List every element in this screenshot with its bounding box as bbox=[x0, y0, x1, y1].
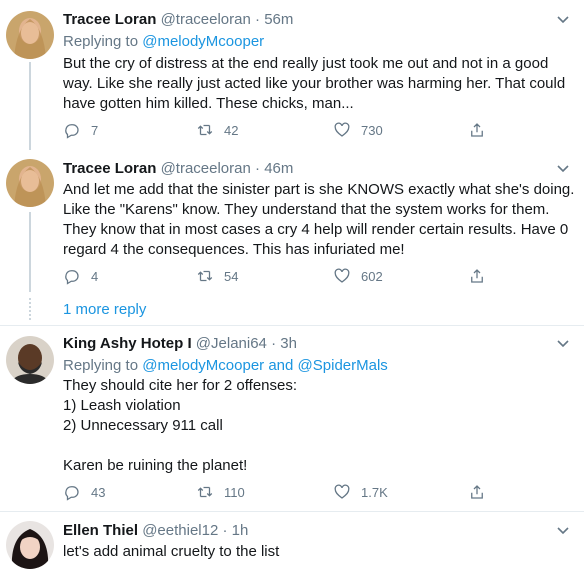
text-line: way. Like she really just acted like you… bbox=[63, 75, 566, 92]
share-icon bbox=[471, 269, 483, 283]
replying-to: Replying to @melodyMcooper bbox=[63, 32, 264, 52]
tweet-header: Tracee Loran @traceeloran · 46m bbox=[63, 159, 293, 179]
like-button[interactable]: 602 bbox=[333, 264, 383, 288]
reply-button[interactable]: 43 bbox=[63, 480, 105, 504]
tweet-3[interactable]: King Ashy Hotep I @Jelani64 · 3h Replyin… bbox=[0, 326, 584, 511]
text-line: They should cite her for 2 offenses: bbox=[63, 377, 298, 394]
retweet-button[interactable]: 54 bbox=[196, 264, 238, 288]
timestamp[interactable]: 56m bbox=[264, 11, 293, 28]
tweet-2[interactable]: Tracee Loran @traceeloran · 46m And let … bbox=[0, 150, 584, 326]
retweet-button[interactable]: 42 bbox=[196, 118, 238, 142]
like-count: 602 bbox=[361, 268, 383, 284]
user-handle[interactable]: @Jelani64 bbox=[196, 335, 267, 352]
action-bar: 4 54 602 bbox=[63, 264, 503, 288]
display-name[interactable]: Ellen Thiel bbox=[63, 522, 138, 539]
reply-count: 43 bbox=[91, 484, 106, 500]
separator-dot: · bbox=[255, 160, 261, 177]
share-button[interactable] bbox=[468, 264, 486, 288]
like-button[interactable]: 730 bbox=[333, 118, 383, 142]
tweet-1[interactable]: Tracee Loran @traceeloran · 56m Replying… bbox=[0, 0, 584, 150]
reply-count: 7 bbox=[91, 122, 99, 138]
share-button[interactable] bbox=[468, 118, 486, 142]
thread-dotted-line bbox=[29, 298, 31, 320]
action-bar: 7 42 730 bbox=[63, 118, 503, 142]
tweet-text: But the cry of distress at the end reall… bbox=[63, 54, 575, 114]
mention-link[interactable]: @SpiderMals bbox=[298, 357, 388, 374]
retweet-icon bbox=[197, 270, 213, 282]
retweet-button[interactable]: 110 bbox=[196, 480, 245, 504]
retweet-icon bbox=[197, 124, 213, 136]
like-icon bbox=[334, 268, 350, 283]
tweet-text: let's add animal cruelty to the list bbox=[63, 542, 575, 562]
text-line: Karen be ruining the planet! bbox=[63, 457, 248, 474]
text-line: let's add animal cruelty to the list bbox=[63, 543, 280, 560]
replying-to: Replying to @melodyMcooper and @SpiderMa… bbox=[63, 356, 388, 376]
mention-link[interactable]: @melodyMcooper bbox=[142, 33, 264, 50]
chevron-down-icon[interactable] bbox=[554, 12, 572, 30]
separator-dot: · bbox=[271, 335, 277, 352]
retweet-count: 110 bbox=[224, 484, 245, 500]
tweet-text: And let me add that the sinister part is… bbox=[63, 180, 575, 260]
like-button[interactable]: 1.7K bbox=[333, 480, 388, 504]
tweet-header: Ellen Thiel @eethiel12 · 1h bbox=[63, 521, 248, 541]
tweet-text: They should cite her for 2 offenses: 1) … bbox=[63, 376, 575, 476]
display-name[interactable]: King Ashy Hotep I bbox=[63, 335, 192, 352]
reply-icon bbox=[65, 270, 79, 285]
share-icon bbox=[471, 485, 483, 499]
avatar-tracee[interactable] bbox=[6, 159, 54, 207]
text-line: Like the "Karens" know. They understand … bbox=[63, 201, 550, 218]
text-line: And let me add that the sinister part is… bbox=[63, 181, 575, 198]
text-line: have gotten him killed. These chicks, ma… bbox=[63, 95, 354, 112]
tweet-header: King Ashy Hotep I @Jelani64 · 3h bbox=[63, 334, 297, 354]
separator-dot: · bbox=[255, 11, 261, 28]
tweet-header: Tracee Loran @traceeloran · 56m bbox=[63, 10, 293, 30]
replying-and[interactable]: and bbox=[268, 357, 293, 374]
separator-dot: · bbox=[222, 522, 228, 539]
share-button[interactable] bbox=[468, 480, 486, 504]
reply-icon bbox=[65, 486, 79, 501]
action-bar: 43 110 1.7K bbox=[63, 480, 503, 504]
tweet-4[interactable]: Ellen Thiel @eethiel12 · 1h let's add an… bbox=[0, 512, 584, 569]
reply-icon bbox=[65, 124, 79, 139]
timestamp[interactable]: 3h bbox=[280, 335, 297, 352]
mention-link[interactable]: @melodyMcooper bbox=[142, 357, 264, 374]
text-line: They know that in most cases a cry 4 hel… bbox=[63, 221, 569, 238]
reply-button[interactable]: 4 bbox=[63, 264, 98, 288]
user-handle[interactable]: @traceeloran bbox=[161, 11, 251, 28]
like-count: 1.7K bbox=[361, 484, 388, 500]
display-name[interactable]: Tracee Loran bbox=[63, 160, 156, 177]
more-replies-link[interactable]: 1 more reply bbox=[63, 301, 146, 318]
chevron-down-icon[interactable] bbox=[554, 161, 572, 179]
thread-line bbox=[29, 212, 31, 292]
retweet-count: 54 bbox=[224, 268, 239, 284]
chevron-down-icon[interactable] bbox=[554, 523, 572, 541]
like-icon bbox=[334, 122, 350, 137]
avatar-king-ashy[interactable] bbox=[6, 336, 54, 384]
display-name[interactable]: Tracee Loran bbox=[63, 11, 156, 28]
text-line: But the cry of distress at the end reall… bbox=[63, 55, 549, 72]
user-handle[interactable]: @traceeloran bbox=[161, 160, 251, 177]
replying-prefix: Replying to bbox=[63, 357, 139, 374]
like-count: 730 bbox=[361, 122, 383, 138]
retweet-count: 42 bbox=[224, 122, 239, 138]
share-icon bbox=[471, 123, 483, 137]
text-line: regard 4 the consequences. This has infu… bbox=[63, 241, 405, 258]
avatar-ellen[interactable] bbox=[6, 521, 54, 569]
thread-line bbox=[29, 62, 31, 150]
avatar-tracee[interactable] bbox=[6, 11, 54, 59]
text-line: 2) Unnecessary 911 call bbox=[63, 417, 223, 434]
replying-prefix: Replying to bbox=[63, 33, 139, 50]
chevron-down-icon[interactable] bbox=[554, 336, 572, 354]
text-line: 1) Leash violation bbox=[63, 397, 181, 414]
reply-count: 4 bbox=[91, 268, 99, 284]
retweet-icon bbox=[197, 486, 213, 498]
like-icon bbox=[334, 484, 350, 499]
reply-button[interactable]: 7 bbox=[63, 118, 98, 142]
timestamp[interactable]: 1h bbox=[232, 522, 249, 539]
user-handle[interactable]: @eethiel12 bbox=[142, 522, 218, 539]
timestamp[interactable]: 46m bbox=[264, 160, 293, 177]
text-line bbox=[63, 436, 575, 456]
